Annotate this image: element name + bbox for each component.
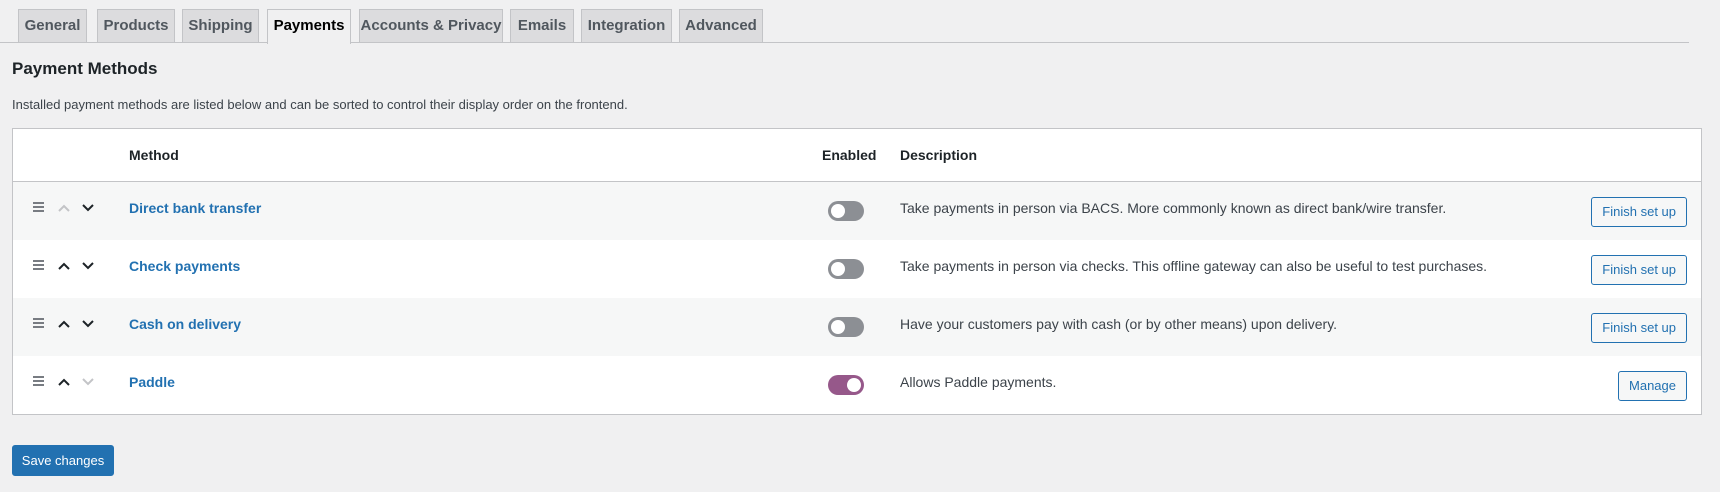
payment-method-description: Take payments in person via checks. This… — [900, 258, 1488, 274]
chevron-down-icon[interactable] — [79, 315, 97, 333]
enabled-toggle[interactable] — [828, 259, 864, 279]
drag-handle-icon[interactable] — [33, 318, 44, 328]
column-header-description: Description — [900, 147, 978, 163]
tab-integration[interactable]: Integration — [581, 9, 672, 42]
column-header-enabled: Enabled — [822, 147, 877, 163]
tab-products[interactable]: Products — [97, 9, 175, 42]
chevron-down-icon[interactable] — [79, 199, 97, 217]
chevron-up-icon — [55, 199, 73, 217]
tab-emails[interactable]: Emails — [510, 9, 574, 42]
payment-methods-table: Method Enabled Description Direct bank t… — [12, 128, 1702, 415]
enabled-toggle[interactable] — [828, 317, 864, 337]
chevron-up-icon[interactable] — [55, 315, 73, 333]
payment-method-description: Allows Paddle payments. — [900, 374, 1057, 390]
toggle-knob — [831, 320, 845, 334]
payment-method-link[interactable]: Check payments — [129, 258, 240, 274]
payment-method-link[interactable]: Direct bank transfer — [129, 200, 261, 216]
tab-accounts-privacy[interactable]: Accounts & Privacy — [359, 9, 503, 42]
payment-method-action-button[interactable]: Finish set up — [1591, 255, 1687, 285]
toggle-knob — [831, 204, 845, 218]
payment-method-action-button[interactable]: Finish set up — [1591, 313, 1687, 343]
payment-method-description: Take payments in person via BACS. More c… — [900, 200, 1447, 216]
tab-shipping[interactable]: Shipping — [182, 9, 259, 42]
table-header: Method Enabled Description — [13, 129, 1701, 182]
chevron-up-icon[interactable] — [55, 373, 73, 391]
chevron-down-icon[interactable] — [79, 257, 97, 275]
payment-method-link[interactable]: Paddle — [129, 374, 175, 390]
settings-tabs: General Products Shipping Payments Accou… — [0, 8, 1689, 44]
chevron-down-icon — [79, 373, 97, 391]
enabled-toggle[interactable] — [828, 201, 864, 221]
payment-method-description: Have your customers pay with cash (or by… — [900, 316, 1338, 332]
save-changes-button[interactable]: Save changes — [12, 445, 114, 476]
chevron-up-icon[interactable] — [55, 257, 73, 275]
intro-text: Installed payment methods are listed bel… — [12, 97, 628, 112]
table-row: Paddle Allows Paddle payments. Manage — [13, 356, 1701, 414]
enabled-toggle[interactable] — [828, 375, 864, 395]
table-row: Cash on delivery Have your customers pay … — [13, 298, 1701, 356]
drag-handle-icon[interactable] — [33, 260, 44, 270]
drag-handle-icon[interactable] — [33, 376, 44, 386]
payment-method-action-button[interactable]: Finish set up — [1591, 197, 1687, 227]
tab-payments[interactable]: Payments — [267, 9, 351, 44]
column-header-method: Method — [129, 147, 179, 163]
table-row: Direct bank transfer Take payments in per… — [13, 182, 1701, 240]
toggle-knob — [847, 378, 861, 392]
tab-general[interactable]: General — [18, 9, 87, 42]
drag-handle-icon[interactable] — [33, 202, 44, 212]
payment-method-link[interactable]: Cash on delivery — [129, 316, 241, 332]
tab-advanced[interactable]: Advanced — [679, 9, 763, 42]
toggle-knob — [831, 262, 845, 276]
table-row: Check payments Take payments in person vi… — [13, 240, 1701, 298]
payment-method-action-button[interactable]: Manage — [1618, 371, 1687, 401]
page-title: Payment Methods — [12, 59, 158, 78]
